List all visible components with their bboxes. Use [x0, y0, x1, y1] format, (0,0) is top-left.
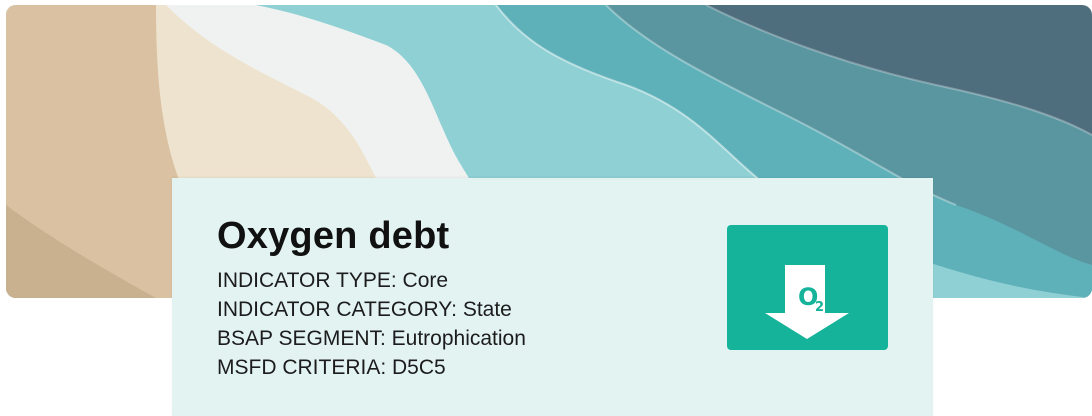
indicator-type: INDICATOR TYPE: Core	[217, 269, 449, 292]
oxygen-subscript: 2	[815, 300, 824, 315]
indicator-title: Oxygen debt	[217, 215, 450, 257]
indicator-card: Oxygen debt INDICATOR TYPE: Core INDICAT…	[172, 178, 933, 416]
msfd-criteria: MSFD CRITERIA: D5C5	[217, 356, 446, 379]
bsap-segment: BSAP SEGMENT: Eutrophication	[217, 327, 526, 350]
indicator-meta: INDICATOR TYPE: Core INDICATOR CATEGORY:…	[217, 266, 526, 382]
oxygen-decrease-icon: O 2	[727, 225, 888, 350]
indicator-category: INDICATOR CATEGORY: State	[217, 298, 512, 321]
